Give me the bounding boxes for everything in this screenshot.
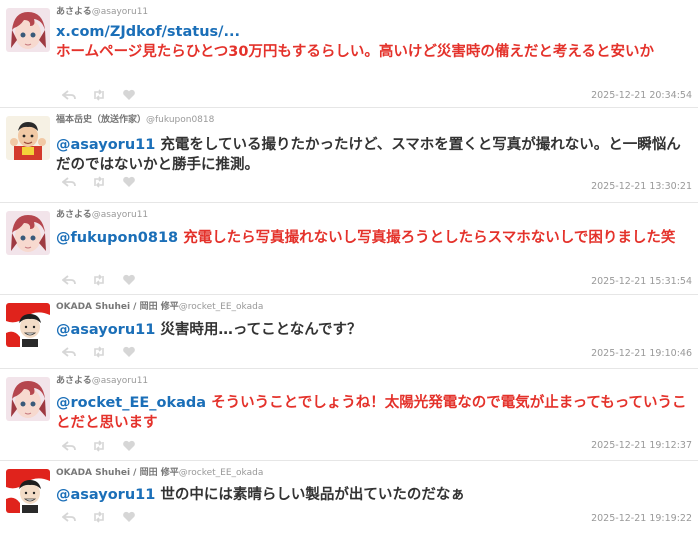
retweet-icon[interactable] — [92, 274, 106, 286]
tweet-link[interactable]: x.com/ZJdkof/status/... — [56, 24, 240, 40]
timestamp[interactable]: 2025-12-21 15:31:54 — [591, 276, 692, 287]
tweet-item: OKADA Shuhei / 岡田 修平@rocket_EE_okada @as… — [0, 461, 698, 533]
reply-mention[interactable]: @asayoru11 — [56, 487, 155, 503]
avatar-asayoru[interactable] — [6, 211, 50, 255]
user-handle[interactable]: @asayoru11 — [92, 376, 148, 386]
user-name[interactable]: OKADA Shuhei / 岡田 修平 — [56, 302, 179, 312]
tweet-item: あさよる@asayoru11 x.com/ZJdkof/status/... ホ… — [0, 0, 698, 108]
user-name[interactable]: あさよる — [56, 210, 92, 220]
reply-mention[interactable]: @rocket_EE_okada — [56, 395, 206, 411]
heart-icon[interactable] — [122, 346, 136, 358]
reply-icon[interactable] — [62, 346, 76, 358]
tweet-item: 福本岳史（放送作家）@fukupon0818 @asayoru11 充電をしてい… — [0, 108, 698, 203]
reply-icon[interactable] — [62, 89, 76, 101]
reply-icon[interactable] — [62, 511, 76, 523]
user-handle[interactable]: @fukupon0818 — [146, 115, 214, 125]
tweet-header: あさよる@asayoru11 — [56, 6, 148, 18]
user-handle[interactable]: @rocket_EE_okada — [179, 302, 264, 312]
reply-mention[interactable]: @asayoru11 — [56, 137, 155, 153]
tweet-body: x.com/ZJdkof/status/... ホームページ見たらひとつ30万円… — [56, 22, 692, 62]
heart-icon[interactable] — [122, 176, 136, 188]
tweet-body: @asayoru11 災害時用…ってことなんです？ — [56, 320, 692, 340]
tweet-actions — [62, 440, 136, 452]
user-handle[interactable]: @rocket_EE_okada — [179, 468, 264, 478]
tweet-actions — [62, 511, 136, 523]
timestamp[interactable]: 2025-12-21 19:19:22 — [591, 513, 692, 524]
timestamp[interactable]: 2025-12-21 19:10:46 — [591, 348, 692, 359]
tweet-actions — [62, 176, 136, 188]
tweet-header: あさよる@asayoru11 — [56, 375, 148, 387]
user-name[interactable]: 福本岳史（放送作家） — [56, 115, 146, 125]
tweet-header: 福本岳史（放送作家）@fukupon0818 — [56, 114, 214, 126]
user-name[interactable]: あさよる — [56, 376, 92, 386]
retweet-icon[interactable] — [92, 346, 106, 358]
tweet-header: OKADA Shuhei / 岡田 修平@rocket_EE_okada — [56, 301, 263, 313]
heart-icon[interactable] — [122, 440, 136, 452]
tweet-feed: あさよる@asayoru11 x.com/ZJdkof/status/... ホ… — [0, 0, 698, 533]
avatar-okada[interactable] — [6, 303, 50, 347]
tweet-actions — [62, 89, 136, 101]
tweet-text: 災害時用…ってことなんです？ — [160, 322, 362, 338]
tweet-text: 充電したら写真撮れないし写真撮ろうとしたらスマホないしで困りました笑 — [183, 230, 676, 246]
heart-icon[interactable] — [122, 89, 136, 101]
tweet-item: あさよる@asayoru11 @rocket_EE_okada そういうことでし… — [0, 369, 698, 461]
timestamp[interactable]: 2025-12-21 20:34:54 — [591, 90, 692, 101]
avatar-asayoru[interactable] — [6, 377, 50, 421]
tweet-body: @rocket_EE_okada そういうことでしょうね！太陽光発電なので電気が… — [56, 393, 692, 433]
tweet-text: ホームページ見たらひとつ30万円もするらしい。高いけど災害時の備えだと考えると安… — [56, 44, 654, 60]
user-name[interactable]: OKADA Shuhei / 岡田 修平 — [56, 468, 179, 478]
avatar-asayoru[interactable] — [6, 8, 50, 52]
reply-icon[interactable] — [62, 274, 76, 286]
tweet-header: OKADA Shuhei / 岡田 修平@rocket_EE_okada — [56, 467, 263, 479]
tweet-item: OKADA Shuhei / 岡田 修平@rocket_EE_okada @as… — [0, 295, 698, 369]
retweet-icon[interactable] — [92, 89, 106, 101]
retweet-icon[interactable] — [92, 176, 106, 188]
heart-icon[interactable] — [122, 511, 136, 523]
tweet-body: @asayoru11 世の中には素晴らしい製品が出ていたのだなぁ — [56, 485, 692, 505]
tweet-body: @fukupon0818 充電したら写真撮れないし写真撮ろうとしたらスマホないし… — [56, 228, 692, 248]
retweet-icon[interactable] — [92, 440, 106, 452]
reply-icon[interactable] — [62, 440, 76, 452]
reply-mention[interactable]: @fukupon0818 — [56, 230, 178, 246]
avatar-okada[interactable] — [6, 469, 50, 513]
timestamp[interactable]: 2025-12-21 19:12:37 — [591, 440, 692, 451]
heart-icon[interactable] — [122, 274, 136, 286]
reply-mention[interactable]: @asayoru11 — [56, 322, 155, 338]
tweet-item: あさよる@asayoru11 @fukupon0818 充電したら写真撮れないし… — [0, 203, 698, 295]
timestamp[interactable]: 2025-12-21 13:30:21 — [591, 181, 692, 192]
reply-icon[interactable] — [62, 176, 76, 188]
avatar-fukupon[interactable] — [6, 116, 50, 160]
retweet-icon[interactable] — [92, 511, 106, 523]
user-name[interactable]: あさよる — [56, 7, 92, 17]
tweet-body: @asayoru11 充電をしている撮りたかったけど、スマホを置くと写真が撮れな… — [56, 135, 692, 175]
tweet-text: 世の中には素晴らしい製品が出ていたのだなぁ — [160, 487, 465, 503]
user-handle[interactable]: @asayoru11 — [92, 210, 148, 220]
tweet-header: あさよる@asayoru11 — [56, 209, 148, 221]
tweet-actions — [62, 346, 136, 358]
tweet-actions — [62, 274, 136, 286]
user-handle[interactable]: @asayoru11 — [92, 7, 148, 17]
